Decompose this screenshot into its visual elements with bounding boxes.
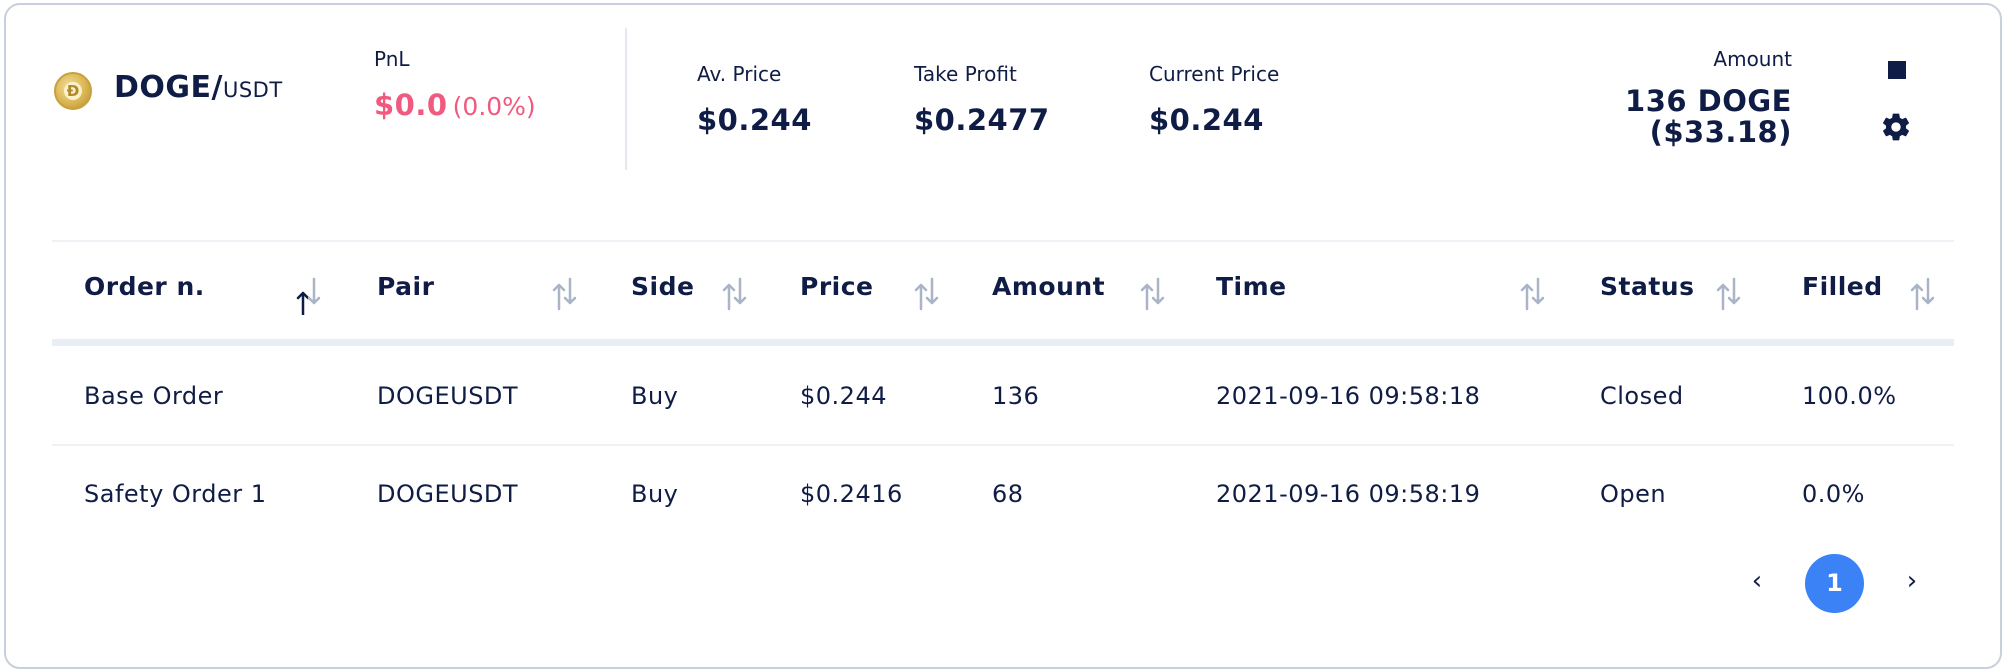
- cell-price: $0.244: [800, 382, 887, 410]
- sort-arrows-icon[interactable]: [292, 275, 326, 315]
- amount-value: 136 DOGE ($33.18): [1625, 86, 1792, 148]
- cell-pair: DOGEUSDT: [377, 382, 519, 410]
- sort-down-arrow: [1151, 277, 1165, 305]
- sort-arrows-icon[interactable]: [1712, 275, 1746, 315]
- sort-up-arrow: [722, 283, 736, 311]
- table-row[interactable]: Safety Order 1 DOGEUSDT Buy $0.2416 68 2…: [0, 446, 2008, 542]
- avg-price-label: Av. Price: [697, 62, 782, 86]
- sort-down-arrow: [733, 277, 747, 305]
- sort-up-arrow: [1520, 283, 1534, 311]
- pair-base: DOGE/: [114, 70, 223, 105]
- cell-time: 2021-09-16 09:58:19: [1216, 480, 1481, 508]
- pagination-next-button[interactable]: ›: [1897, 566, 1927, 596]
- cell-side: Buy: [631, 480, 679, 508]
- column-pair[interactable]: Pair: [377, 272, 434, 301]
- sort-up-arrow: [1910, 283, 1924, 311]
- table-row[interactable]: Base Order DOGEUSDT Buy $0.244 136 2021-…: [0, 346, 2008, 442]
- sort-up-arrow: [296, 291, 310, 315]
- table-header-underline: [52, 339, 1954, 346]
- cell-status: Closed: [1600, 382, 1684, 410]
- cell-side: Buy: [631, 382, 679, 410]
- column-filled[interactable]: Filled: [1802, 272, 1883, 301]
- amount-usd: ($33.18): [1649, 115, 1792, 149]
- current-price-value: $0.244: [1149, 103, 1264, 137]
- cell-order-number: Base Order: [84, 382, 224, 410]
- sort-arrows-icon[interactable]: [718, 275, 752, 315]
- cell-amount: 136: [992, 382, 1040, 410]
- header-divider: [625, 28, 627, 170]
- sort-up-arrow: [1140, 283, 1154, 311]
- pair-quote: USDT: [222, 78, 283, 102]
- sort-up-arrow: [1716, 283, 1730, 311]
- pnl-label: PnL: [374, 47, 410, 71]
- pnl-percent: (0.0%): [452, 92, 536, 121]
- sort-arrows-icon[interactable]: [910, 275, 944, 315]
- sort-down-arrow: [1531, 277, 1545, 305]
- cell-amount: 68: [992, 480, 1024, 508]
- amount-label: Amount: [1713, 47, 1792, 71]
- current-price-label: Current Price: [1149, 62, 1280, 86]
- pagination-page-button[interactable]: 1: [1805, 554, 1864, 613]
- cell-pair: DOGEUSDT: [377, 480, 519, 508]
- column-price[interactable]: Price: [800, 272, 874, 301]
- cell-status: Open: [1600, 480, 1667, 508]
- sort-down-arrow: [1727, 277, 1741, 305]
- column-status[interactable]: Status: [1600, 272, 1694, 301]
- sort-up-arrow: [914, 283, 928, 311]
- sort-down-arrow: [925, 277, 939, 305]
- column-time[interactable]: Time: [1216, 272, 1287, 301]
- column-order-number[interactable]: Order n.: [84, 272, 205, 301]
- sort-arrows-icon[interactable]: [1136, 275, 1170, 315]
- table-header: Order n. Pair Side Price Amount Time Sta…: [52, 242, 1954, 340]
- amount-quantity: 136 DOGE: [1625, 84, 1792, 118]
- cell-order-number: Safety Order 1: [84, 480, 267, 508]
- cell-time: 2021-09-16 09:58:18: [1216, 382, 1481, 410]
- cell-price: $0.2416: [800, 480, 903, 508]
- cell-filled: 100.0%: [1802, 382, 1897, 410]
- sort-up-arrow: [552, 283, 566, 311]
- avg-price-value: $0.244: [697, 103, 812, 137]
- sort-down-arrow: [1921, 277, 1935, 305]
- pnl-amount: $0.0: [374, 88, 448, 122]
- pagination-prev-button[interactable]: ‹: [1742, 566, 1772, 596]
- column-amount[interactable]: Amount: [992, 272, 1105, 301]
- trading-pair: DOGE/USDT: [114, 70, 283, 105]
- sort-arrows-icon[interactable]: [1516, 275, 1550, 315]
- stop-icon[interactable]: [1888, 61, 1906, 79]
- take-profit-value: $0.2477: [914, 103, 1050, 137]
- column-side[interactable]: Side: [631, 272, 694, 301]
- sort-down-arrow: [307, 277, 321, 305]
- sort-down-arrow: [563, 277, 577, 305]
- sort-arrows-icon[interactable]: [548, 275, 582, 315]
- pnl-value: $0.0 (0.0%): [374, 88, 536, 122]
- take-profit-label: Take Profit: [914, 62, 1017, 86]
- doge-coin-icon: Ð: [54, 72, 92, 110]
- gear-icon[interactable]: [1880, 111, 1912, 143]
- sort-arrows-icon[interactable]: [1906, 275, 1940, 315]
- cell-filled: 0.0%: [1802, 480, 1865, 508]
